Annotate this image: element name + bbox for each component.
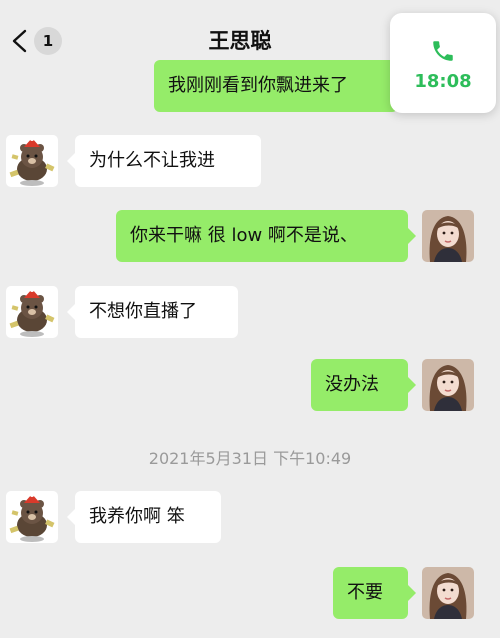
message-text: 不想你直播了 — [89, 301, 197, 322]
bear-sticker-avatar — [6, 491, 58, 543]
girl-portrait-avatar — [422, 567, 474, 619]
message-text: 不要 — [347, 582, 383, 603]
message-bubble-incoming[interactable]: 不想你直播了 — [67, 286, 238, 338]
phone-icon — [433, 41, 453, 61]
message-bubble-outgoing[interactable]: 不要 — [333, 567, 416, 619]
call-duration: 18:08 — [414, 71, 472, 92]
back-button[interactable]: 1 — [8, 24, 66, 58]
girl-portrait-avatar — [422, 359, 474, 411]
message-text: 我刚刚看到你飘进来了 — [168, 75, 348, 96]
bear-sticker-avatar — [6, 286, 58, 338]
contact-avatar[interactable] — [6, 491, 58, 543]
message-bubble-incoming[interactable]: 为什么不让我进 — [67, 135, 261, 187]
message-text: 我养你啊 笨 — [89, 506, 185, 527]
unread-count-badge: 1 — [34, 27, 62, 55]
my-avatar[interactable] — [422, 210, 474, 262]
my-avatar[interactable] — [422, 359, 474, 411]
voice-call-widget[interactable]: 18:08 — [390, 13, 496, 113]
message-bubble-outgoing[interactable]: 你来干嘛 很 low 啊不是说、 — [116, 210, 416, 262]
chevron-left-icon — [12, 29, 27, 53]
message-text: 你来干嘛 很 low 啊不是说、 — [130, 225, 358, 246]
contact-name: 王思聪 — [208, 29, 272, 53]
message-text: 没办法 — [325, 374, 379, 395]
message-text: 为什么不让我进 — [89, 150, 215, 171]
bear-sticker-avatar — [6, 135, 58, 187]
my-avatar[interactable] — [422, 567, 474, 619]
message-bubble-outgoing[interactable]: 我刚刚看到你飘进来了 — [154, 60, 406, 112]
contact-avatar[interactable] — [6, 135, 58, 187]
message-bubble-incoming[interactable]: 我养你啊 笨 — [67, 491, 221, 543]
message-timestamp: 2021年5月31日 下午10:49 — [148, 449, 352, 468]
girl-portrait-avatar — [422, 210, 474, 262]
contact-avatar[interactable] — [6, 286, 58, 338]
message-bubble-outgoing[interactable]: 没办法 — [311, 359, 416, 411]
